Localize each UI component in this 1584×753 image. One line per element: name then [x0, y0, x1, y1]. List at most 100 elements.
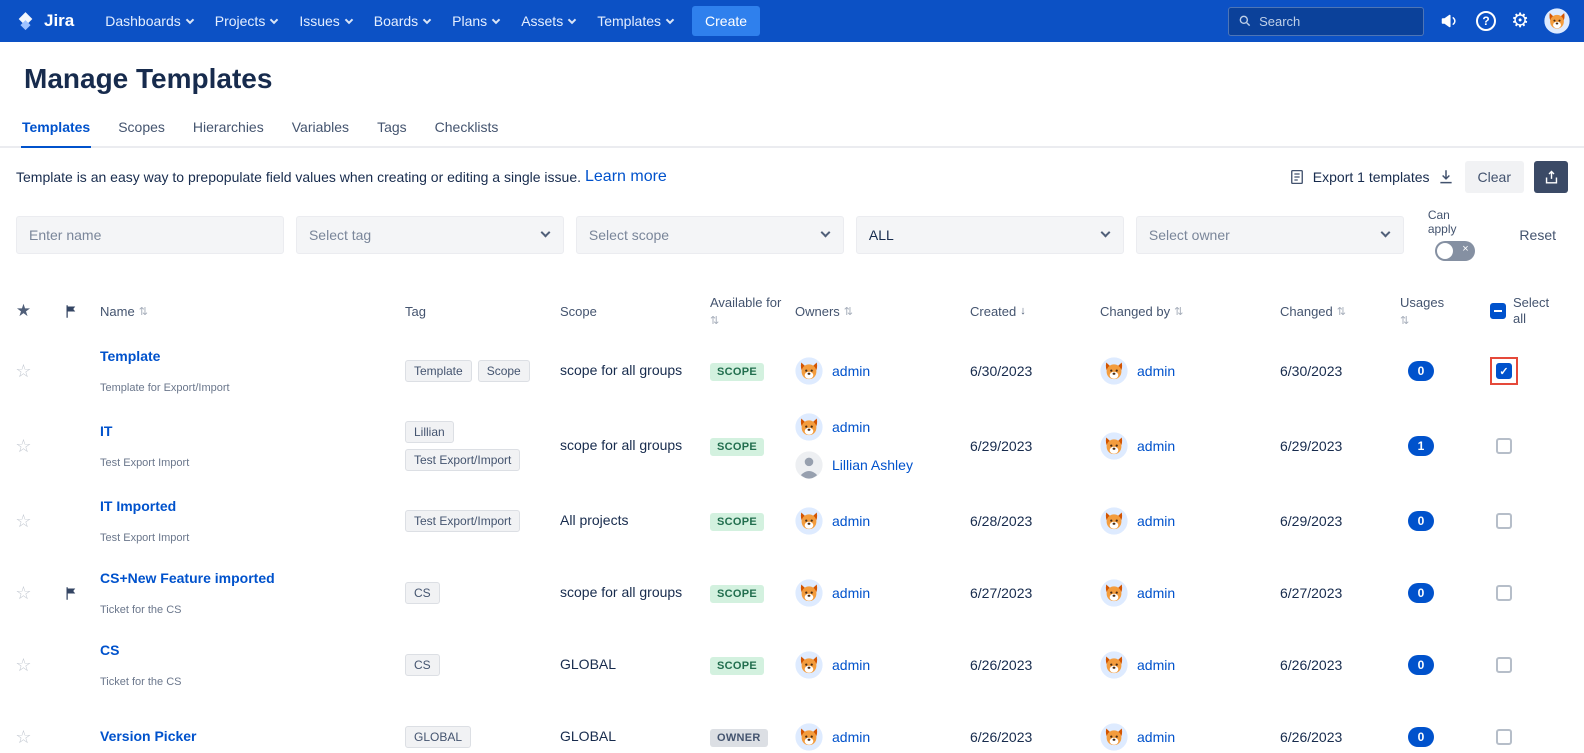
select-all-checkbox[interactable] — [1490, 303, 1506, 319]
user-link[interactable]: admin — [832, 585, 870, 601]
type-filter-select[interactable]: ALL — [856, 216, 1124, 254]
user-link[interactable]: admin — [1137, 657, 1175, 673]
row-checkbox[interactable] — [1496, 438, 1512, 454]
availability-badge: SCOPE — [710, 657, 764, 675]
user-entry: admin — [795, 357, 870, 385]
created-date: 6/26/2023 — [970, 657, 1100, 673]
star-icon[interactable]: ★ — [16, 301, 31, 321]
owner-filter-select[interactable]: Select owner — [1136, 216, 1404, 254]
star-icon[interactable]: ☆ — [15, 361, 31, 382]
nav-item-templates[interactable]: Templates — [586, 0, 684, 42]
export-templates-button[interactable]: Export 1 templates — [1288, 168, 1455, 186]
scope-filter-placeholder: Select scope — [589, 227, 669, 243]
user-link[interactable]: admin — [832, 419, 870, 435]
star-icon[interactable]: ☆ — [15, 511, 31, 532]
search-input[interactable] — [1259, 14, 1409, 29]
user-link[interactable]: admin — [832, 363, 870, 379]
col-header-name[interactable]: Name ⇅ — [95, 304, 405, 319]
user-link[interactable]: admin — [1137, 585, 1175, 601]
col-header-owners[interactable]: Owners ⇅ — [795, 304, 970, 319]
tab-tags[interactable]: Tags — [376, 119, 408, 148]
sort-icon: ⇅ — [1174, 305, 1183, 318]
create-button[interactable]: Create — [692, 6, 760, 36]
row-checkbox[interactable] — [1496, 657, 1512, 673]
jira-brand[interactable]: Jira — [14, 10, 74, 33]
nav-item-projects[interactable]: Projects — [204, 0, 289, 42]
user-link[interactable]: Lillian Ashley — [832, 457, 913, 473]
tag-chip: Template — [405, 360, 472, 382]
user-link[interactable]: admin — [832, 729, 870, 745]
reset-button[interactable]: Reset — [1507, 219, 1568, 251]
template-name-link[interactable]: IT — [100, 423, 112, 439]
tab-variables[interactable]: Variables — [291, 119, 350, 148]
user-link[interactable]: admin — [832, 657, 870, 673]
template-name-link[interactable]: CS+New Feature imported — [100, 570, 275, 586]
col-header-created[interactable]: Created ↓ — [970, 304, 1100, 319]
toggle-off-icon: × — [1462, 243, 1468, 255]
can-apply-toggle[interactable]: × — [1435, 241, 1475, 261]
announcement-icon[interactable] — [1439, 10, 1461, 32]
table-header: ★ Name ⇅ Tag Scope Available for ⇅ Owner… — [0, 287, 1584, 335]
col-header-available-for[interactable]: Available for ⇅ — [710, 295, 795, 327]
nav-item-label: Plans — [452, 13, 487, 29]
col-header-scope: Scope — [560, 304, 710, 319]
star-icon[interactable]: ☆ — [15, 436, 31, 457]
template-description: Template for Export/Import — [100, 382, 397, 394]
nav-item-label: Assets — [521, 13, 563, 29]
col-header-usages[interactable]: Usages ⇅ — [1400, 295, 1455, 327]
nav-item-assets[interactable]: Assets — [510, 0, 586, 42]
template-name-link[interactable]: Template — [100, 348, 160, 364]
col-header-changed[interactable]: Changed ⇅ — [1280, 304, 1400, 319]
nav-item-label: Templates — [597, 13, 661, 29]
row-checkbox[interactable] — [1496, 585, 1512, 601]
nav-item-issues[interactable]: Issues — [288, 0, 362, 42]
template-name-link[interactable]: CS — [100, 642, 119, 658]
row-checkbox[interactable] — [1496, 513, 1512, 529]
row-checkbox[interactable] — [1496, 729, 1512, 745]
scope-filter-select[interactable]: Select scope — [576, 216, 844, 254]
created-date: 6/28/2023 — [970, 513, 1100, 529]
download-icon[interactable] — [1437, 168, 1455, 186]
tag-chip: CS — [405, 582, 440, 604]
nav-item-dashboards[interactable]: Dashboards — [94, 0, 204, 42]
sort-icon: ⇅ — [710, 314, 719, 327]
star-icon[interactable]: ☆ — [15, 655, 31, 676]
usages-badge: 0 — [1408, 583, 1434, 603]
navbar-search[interactable] — [1228, 7, 1424, 36]
star-icon[interactable]: ☆ — [15, 727, 31, 748]
template-name-link[interactable]: IT Imported — [100, 498, 176, 514]
nav-item-label: Dashboards — [105, 13, 181, 29]
tab-hierarchies[interactable]: Hierarchies — [192, 119, 265, 148]
user-link[interactable]: admin — [1137, 363, 1175, 379]
gear-icon[interactable]: ⚙ — [1511, 11, 1529, 31]
share-button[interactable] — [1534, 161, 1568, 193]
star-icon[interactable]: ☆ — [15, 583, 31, 604]
user-avatar[interactable] — [1544, 8, 1570, 34]
flag-icon[interactable] — [64, 304, 79, 319]
row-checkbox[interactable] — [1496, 363, 1512, 379]
nav-item-boards[interactable]: Boards — [363, 0, 441, 42]
col-header-changed-by[interactable]: Changed by ⇅ — [1100, 304, 1280, 319]
nav-item-label: Boards — [374, 13, 418, 29]
nav-item-plans[interactable]: Plans — [441, 0, 510, 42]
user-entry: admin — [795, 723, 870, 751]
clear-button[interactable]: Clear — [1465, 161, 1524, 193]
share-export-icon — [1543, 169, 1560, 186]
user-link[interactable]: admin — [1137, 513, 1175, 529]
learn-more-link[interactable]: Learn more — [585, 168, 667, 186]
user-link[interactable]: admin — [832, 513, 870, 529]
tab-checklists[interactable]: Checklists — [434, 119, 500, 148]
user-avatar — [1100, 432, 1128, 460]
user-link[interactable]: admin — [1137, 438, 1175, 454]
tag-chip: Test Export/Import — [405, 449, 520, 471]
tag-filter-select[interactable]: Select tag — [296, 216, 564, 254]
user-link[interactable]: admin — [1137, 729, 1175, 745]
availability-badge: SCOPE — [710, 513, 764, 531]
tab-scopes[interactable]: Scopes — [117, 119, 166, 148]
tab-templates[interactable]: Templates — [21, 119, 91, 148]
selection-highlight — [1490, 579, 1518, 607]
name-filter-input[interactable] — [16, 216, 284, 254]
template-name-link[interactable]: Version Picker — [100, 728, 197, 744]
help-icon[interactable]: ? — [1476, 11, 1496, 31]
user-avatar — [795, 723, 823, 751]
